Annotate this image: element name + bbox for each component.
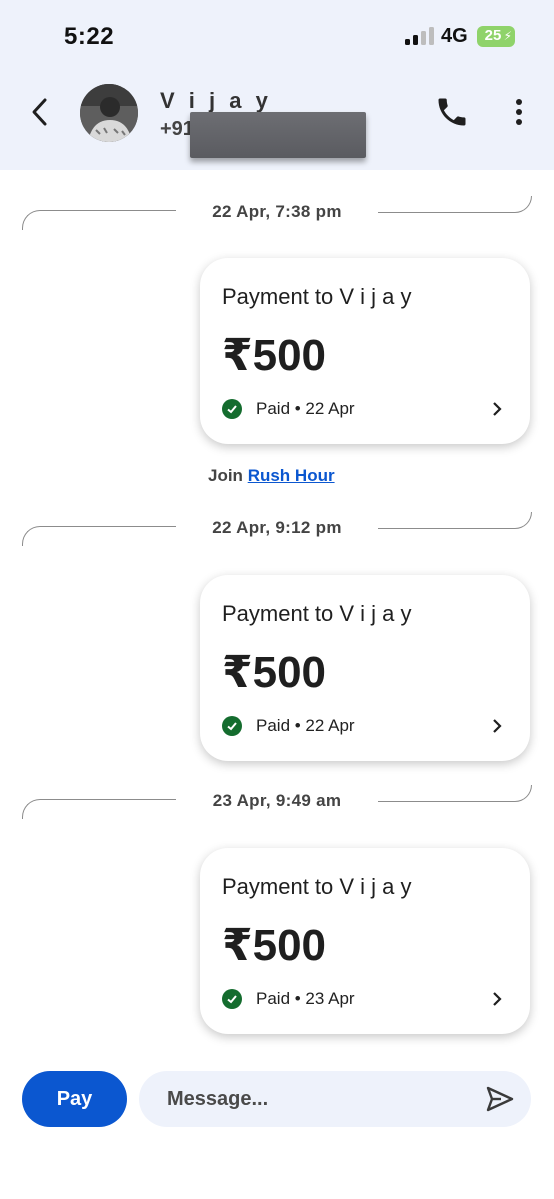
promo-prefix: Join [208,466,243,485]
contact-name[interactable]: V i j a y [160,88,272,114]
payment-status: Paid • 22 Apr [256,716,355,735]
chevron-right-icon [493,992,502,1006]
divider [378,512,532,529]
divider [378,196,532,213]
avatar[interactable] [80,84,138,142]
back-button[interactable] [22,90,58,134]
signal-icon [405,27,435,45]
check-circle-icon [222,989,242,1009]
message-composer [139,1071,531,1127]
payment-amount: ₹500 [222,921,327,970]
payment-title: Payment to V i j a y [222,601,412,626]
payment-card[interactable]: Payment to V i j a y ₹500 Paid • 22 Apr [200,575,530,761]
redaction-block [190,112,366,158]
charging-icon: ⚡ [503,29,512,43]
call-button[interactable] [434,94,470,130]
battery-icon: 25 ⚡ [477,26,515,47]
chevron-right-icon [493,402,502,416]
more-vert-icon [516,99,522,125]
date-separator: 23 Apr, 9:49 am [22,785,532,819]
send-icon [486,1086,514,1112]
network-type: 4G [441,25,468,47]
payment-amount: ₹500 [222,648,327,697]
payment-status: Paid • 22 Apr [256,399,355,418]
date-separator: 22 Apr, 9:12 pm [22,512,532,546]
payment-title: Payment to V i j a y [222,284,412,309]
check-circle-icon [222,399,242,419]
date-separator: 22 Apr, 7:38 pm [22,196,532,230]
more-options-button[interactable] [506,94,532,130]
payment-card[interactable]: Payment to V i j a y ₹500 Paid • 23 Apr [200,848,530,1034]
payment-amount: ₹500 [222,331,327,380]
payment-title: Payment to V i j a y [222,874,412,899]
chevron-left-icon [32,98,47,126]
pay-button[interactable]: Pay [22,1071,127,1127]
message-input[interactable] [167,1071,467,1127]
rush-hour-link[interactable]: Rush Hour [248,466,335,485]
contact-phone: +91 [160,118,194,140]
payment-status: Paid • 23 Apr [256,989,355,1008]
chevron-right-icon [493,719,502,733]
promo-text: Join Rush Hour [208,466,335,486]
send-button[interactable] [485,1085,515,1113]
status-time: 5:22 [64,23,115,50]
divider [378,785,532,802]
phone-icon [438,98,466,126]
app-header: 5:22 4G 25 ⚡ V i j a y +91 [0,0,554,170]
check-circle-icon [222,716,242,736]
payment-card[interactable]: Payment to V i j a y ₹500 Paid • 22 Apr [200,258,530,444]
